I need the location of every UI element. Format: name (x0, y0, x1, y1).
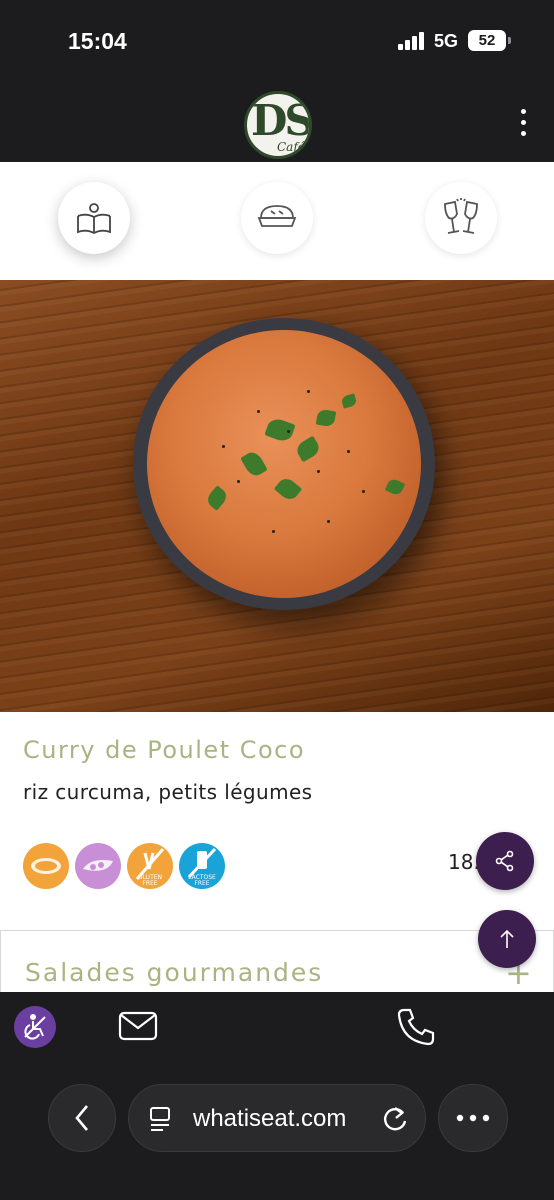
soy-icon (75, 843, 121, 889)
dish-description: riz curcuma, petits légumes (23, 780, 313, 804)
battery-icon: 52 (468, 30, 511, 51)
category-nav (0, 162, 554, 280)
mail-icon[interactable] (118, 1010, 158, 1042)
pie-icon (257, 205, 297, 227)
category-drinks[interactable] (425, 182, 497, 254)
svg-text:FREE: FREE (142, 880, 157, 887)
svg-text:FREE: FREE (194, 880, 209, 887)
address-bar[interactable]: whatiseat.com (128, 1084, 426, 1152)
gluten-free-icon: GLUTEN FREE (127, 843, 173, 889)
logo-subtext: Café (277, 140, 305, 154)
share-icon (495, 850, 514, 872)
dish-card[interactable]: Curry de Poulet Coco riz curcuma, petits… (0, 712, 554, 908)
chevron-left-icon (75, 1105, 88, 1131)
category-pie[interactable] (241, 182, 313, 254)
section-salades[interactable]: Salades gourmandes + (0, 930, 554, 992)
back-button[interactable] (48, 1084, 116, 1152)
menu-book-icon (77, 203, 111, 235)
site-header: DS Café (0, 80, 554, 162)
bowl (133, 318, 435, 610)
browser-bar: whatiseat.com (0, 1064, 554, 1200)
peanut-icon (23, 843, 69, 889)
more-options-button[interactable] (438, 1084, 508, 1152)
scroll-top-button[interactable] (478, 910, 536, 968)
logo[interactable]: DS Café (244, 91, 312, 159)
arrow-up-icon (500, 929, 514, 948)
dish-photo (0, 280, 554, 712)
section-title: Salades gourmandes (25, 958, 324, 987)
signal-icon (398, 32, 426, 50)
logo-text: DS (251, 96, 312, 145)
dish-name: Curry de Poulet Coco (23, 736, 306, 764)
curry (147, 330, 421, 598)
contact-bar (0, 992, 554, 1064)
category-menu-book[interactable] (58, 182, 130, 254)
share-button[interactable] (476, 832, 534, 890)
status-bar: 15:04 5G 52 (0, 0, 554, 80)
lactose-free-icon: LACTOSE FREE (179, 843, 225, 889)
page-menu-icon[interactable] (149, 1106, 173, 1132)
accessibility-button[interactable] (14, 1006, 56, 1048)
champagne-glasses-icon (444, 198, 478, 234)
more-menu-icon[interactable] (512, 106, 534, 140)
ellipsis-icon (456, 1114, 490, 1122)
phone-icon[interactable] (396, 1007, 436, 1047)
network-label: 5G (434, 31, 459, 51)
reload-icon[interactable] (381, 1105, 409, 1133)
wheelchair-icon (24, 1014, 46, 1040)
url-text: whatiseat.com (193, 1105, 347, 1132)
status-time: 15:04 (68, 28, 127, 54)
